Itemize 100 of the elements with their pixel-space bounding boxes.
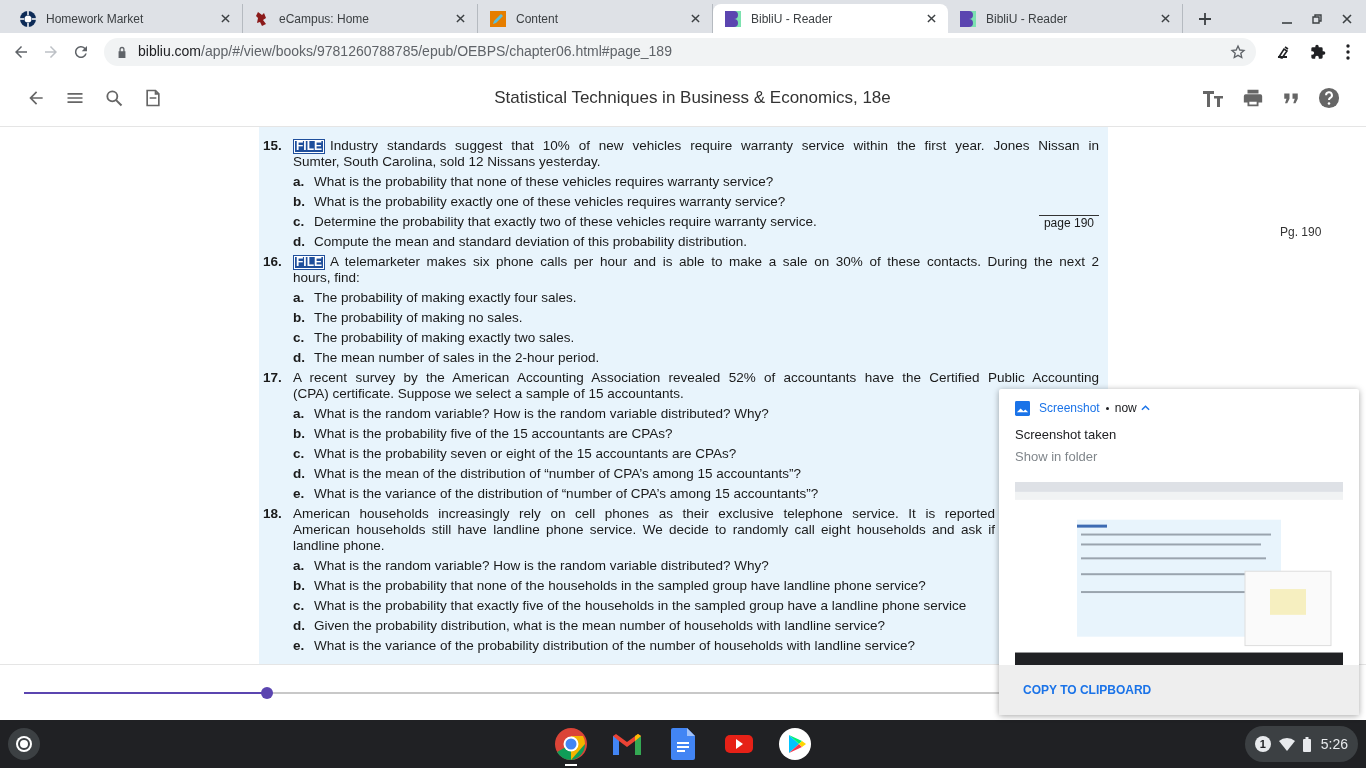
book-title: Statistical Techniques in Business & Economics, 18e (494, 87, 891, 110)
running-indicator (565, 764, 577, 766)
clock: 5:26 (1320, 734, 1348, 754)
question-text: American households still have landline phone service. We decide to randomly call eight households and ask if (293, 522, 995, 538)
screenshot-app-icon (1015, 400, 1030, 416)
part-letter: e. (293, 486, 306, 502)
part-text: What is the probability that none of the households in the sampled group have landline phone service? (314, 578, 926, 594)
part-text: The probability of making no sales. (314, 310, 523, 326)
puzzle-icon[interactable] (1310, 43, 1326, 60)
part-text: What is the probability exactly one of these vehicles requires warranty service? (314, 194, 786, 210)
text-size-icon[interactable] (1202, 88, 1224, 108)
app-name: Screenshot (1039, 400, 1100, 417)
book-logo-icon (960, 10, 976, 27)
copy-to-clipboard-button[interactable]: COPY TO CLIPBOARD (1023, 681, 1152, 700)
part-letter: b. (293, 578, 306, 594)
part-text: What is the probability that exactly five of the households in the sampled group have a landline phone service (314, 598, 967, 614)
question-text: hours, find: (293, 270, 360, 286)
part-text: The mean number of sales in the 2-hour period. (314, 350, 600, 366)
notification-title: Screenshot taken (1014, 426, 1118, 444)
ring-logo-icon (20, 10, 36, 27)
print-icon[interactable] (1242, 87, 1264, 109)
launcher-button[interactable] (8, 728, 40, 760)
part-letter: a. (293, 174, 306, 190)
notification-time: now (1114, 400, 1137, 417)
close-icon[interactable] (221, 14, 230, 23)
tab-title: BibliU - Reader (986, 10, 1069, 28)
part-letter: c. (293, 598, 306, 614)
question-text: (CPA) certificate. Suppose we select a sample of 15 accountants. (293, 386, 684, 402)
book-logo-icon (725, 10, 741, 27)
new-tab-icon[interactable] (1199, 12, 1211, 25)
wifi-icon (1278, 737, 1295, 751)
question-text: American households increasingly rely on cell phones as their exclusive telephone service. It is reported (293, 506, 995, 522)
close-icon[interactable] (456, 14, 465, 23)
part-letter: d. (293, 618, 306, 634)
star-icon[interactable] (1230, 43, 1246, 60)
address-bar[interactable]: bibliu.com/app/#/view/books/9781260788785/epub/OEBPS/chapter06.html#page_189 (104, 37, 1256, 66)
part-letter: b. (293, 194, 306, 210)
question-number: 17. (263, 370, 283, 387)
document-app-icon[interactable] (671, 728, 695, 760)
mascot-icon (255, 10, 269, 27)
part-text: The probability of making exactly two sales. (314, 330, 575, 346)
part-text: Determine the probability that exactly two of these vehicles require warranty service. (314, 214, 817, 230)
part-text: What is the random variable? How is the random variable distributed? Why? (314, 558, 769, 574)
part-letter: b. (293, 426, 306, 442)
question-text: A telemarketer makes six phone calls per hour and is able to make a sale on 30% of these contacts. During the next 2 (330, 254, 1099, 270)
part-text: What is the probability five of the 15 accountants are CPAs? (314, 426, 673, 442)
part-text: What is the variance of the probability distribution of the number of households with landline service? (314, 638, 916, 654)
file-badge: FILE (293, 138, 325, 154)
tab-title: Content (516, 10, 560, 28)
more-icon[interactable] (1346, 43, 1350, 60)
browser-tab[interactable]: BibliU - Reader (713, 4, 948, 33)
question-number: 15. (263, 138, 283, 155)
part-text: The probability of making exactly four sales. (314, 290, 577, 306)
part-text: Compute the mean and standard deviation of this probability distribution. (314, 234, 747, 250)
tab-title: BibliU - Reader (751, 10, 834, 28)
part-letter: d. (293, 350, 306, 366)
pencil-icon (490, 10, 506, 27)
part-text: Given the probability distribution, what is the mean number of households with landline service? (314, 618, 886, 634)
file-badge: FILE (293, 254, 325, 270)
status-area[interactable]: 1 5:26 (1244, 726, 1358, 762)
part-letter: a. (293, 558, 306, 574)
part-letter: c. (293, 214, 306, 230)
part-text: What is the mean of the distribution of “number of CPA’s among 15 accountants”? (314, 466, 801, 482)
close-icon[interactable] (691, 14, 700, 23)
close-icon[interactable] (927, 14, 936, 23)
question-text: Industry standards suggest that 10% of new vehicles require warranty service within the first year. Jones Nissan in (330, 138, 1099, 154)
restore-icon[interactable] (1312, 13, 1322, 24)
question-number: 16. (263, 254, 283, 271)
chevron-up-icon[interactable] (1140, 405, 1150, 411)
chrome-app-icon[interactable] (555, 728, 587, 760)
help-icon[interactable] (1318, 87, 1340, 109)
part-letter: a. (293, 290, 306, 306)
part-letter: b. (293, 310, 306, 326)
page-icon[interactable] (143, 88, 163, 108)
search-icon[interactable] (104, 88, 124, 108)
part-text: What is the variance of the distribution of “number of CPA’s among 15 accountants”? (314, 486, 819, 502)
play-store-icon[interactable] (779, 728, 811, 760)
part-letter: c. (293, 330, 306, 346)
tab-title: Homework Market (46, 10, 145, 28)
part-letter: d. (293, 466, 306, 482)
question-text: Sumter, South Carolina, sold 12 Nissans yesterday. (293, 154, 601, 170)
part-letter: d. (293, 234, 306, 250)
url-text: bibliu.com/app/#/view/books/9781260788785/epub/OEBPS/chapter06.html#page_189 (138, 42, 672, 61)
part-letter: c. (293, 446, 306, 462)
part-letter: e. (293, 638, 306, 654)
question-text: landline phone. (293, 538, 385, 554)
progress-handle[interactable] (260, 686, 273, 699)
close-icon[interactable] (1161, 14, 1170, 23)
question-number: 18. (263, 506, 283, 523)
part-text: What is the random variable? How is the random variable distributed? Why? (314, 406, 769, 422)
notification-count: 1 (1254, 736, 1271, 752)
page-number: Pg. 190 (1280, 225, 1322, 239)
tab-title: eCampus: Home (279, 10, 371, 28)
part-letter: a. (293, 406, 306, 422)
part-text: What is the probability seven or eight of the 15 accountants are CPAs? (314, 446, 737, 462)
show-in-folder-link[interactable]: Show in folder (999, 446, 1114, 466)
lock-icon (116, 45, 128, 58)
part-text: What is the probability that none of these vehicles requires warranty service? (314, 174, 774, 190)
battery-icon (1302, 736, 1311, 752)
close-icon[interactable] (1342, 13, 1352, 24)
